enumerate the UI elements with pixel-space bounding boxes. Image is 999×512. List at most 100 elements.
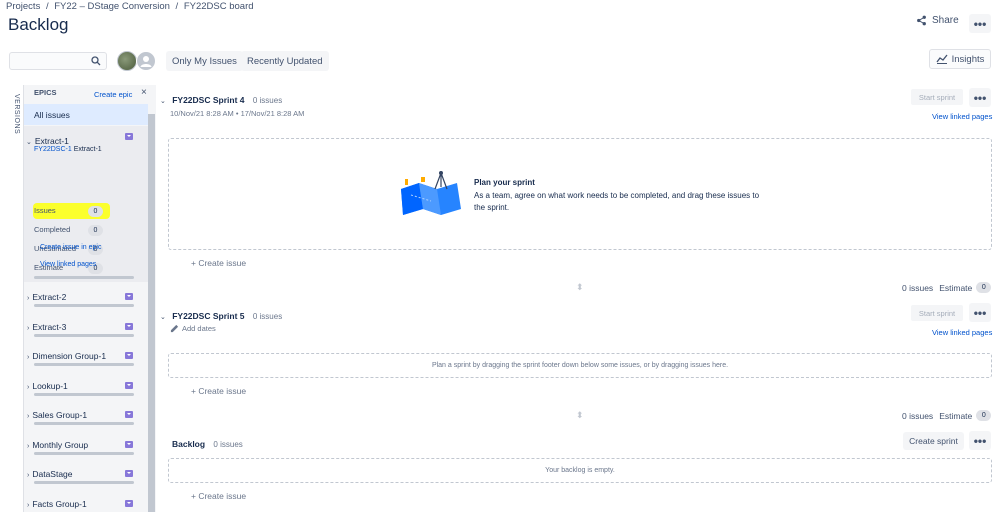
drag-handle-icon[interactable]: ⬍ xyxy=(576,410,584,421)
epic-name: Extract-1 xyxy=(34,136,69,146)
stat-completed-count: 0 xyxy=(88,225,103,236)
epic-item[interactable]: › Monthly Group xyxy=(24,438,148,467)
epic-progress-bar xyxy=(34,363,134,366)
chevron-down-icon[interactable]: ⌄ xyxy=(160,314,166,321)
breadcrumb-separator: / xyxy=(175,1,179,12)
epic-dropdown-icon[interactable] xyxy=(125,382,133,389)
user-avatar[interactable] xyxy=(117,51,137,71)
epic-item[interactable]: › DataStage xyxy=(24,467,148,496)
sprint-dropzone[interactable]: Plan your sprint As a team, agree on wha… xyxy=(168,138,992,250)
start-sprint-button[interactable]: Start sprint xyxy=(911,89,963,105)
insights-button[interactable]: Insights xyxy=(929,49,991,69)
epic-name: Lookup-1 xyxy=(32,381,68,391)
epic-item[interactable]: › Dimension Group-1 xyxy=(24,349,148,378)
create-epic-link[interactable]: Create epic xyxy=(94,90,132,99)
backlog-header[interactable]: Backlog 0 issues xyxy=(172,436,243,450)
epic-item[interactable]: › Facts Group-1 xyxy=(24,497,148,512)
epic-name: Dimension Group-1 xyxy=(32,351,107,361)
epic-dropdown-icon[interactable] xyxy=(125,411,133,418)
epic-name: Extract-3 xyxy=(32,322,67,332)
plan-sprint-title: Plan your sprint xyxy=(474,178,535,187)
epic-progress-bar xyxy=(34,393,134,396)
sprint-name[interactable]: FY22DSC Sprint 5 xyxy=(172,311,244,321)
create-sprint-button[interactable]: Create sprint xyxy=(903,432,964,450)
epic-name: DataStage xyxy=(32,469,73,479)
epic-dropdown-icon[interactable] xyxy=(125,500,133,507)
share-button[interactable]: Share xyxy=(916,15,959,26)
backlog-dropzone[interactable]: Your backlog is empty. xyxy=(168,458,992,483)
epic-dropdown-icon[interactable] xyxy=(125,323,133,330)
recently-updated-filter[interactable]: Recently Updated xyxy=(241,51,329,71)
epic-name: Sales Group-1 xyxy=(32,410,88,420)
versions-tab[interactable]: VERSIONS xyxy=(8,94,20,134)
chevron-right-icon[interactable]: › xyxy=(27,354,29,361)
sprint-more-button[interactable]: ••• xyxy=(969,303,991,322)
close-icon[interactable]: × xyxy=(141,87,147,98)
search-input[interactable] xyxy=(10,53,88,70)
epic-dropdown-icon[interactable] xyxy=(125,470,133,477)
chevron-right-icon[interactable]: › xyxy=(27,413,29,420)
insights-label: Insights xyxy=(951,53,985,65)
epic-item-expanded[interactable]: ⌄ Extract-1 FY22DSC-1 Extract-1 Issues 0 … xyxy=(24,126,148,282)
add-dates-label: Add dates xyxy=(182,324,216,333)
breadcrumb-projects[interactable]: Projects xyxy=(6,1,40,12)
estimate-badge: 0 xyxy=(976,410,992,421)
view-linked-pages-link[interactable]: View linked pages xyxy=(932,112,992,121)
unassigned-avatar[interactable] xyxy=(136,51,156,71)
epic-dropdown-icon[interactable] xyxy=(125,441,133,448)
all-issues-item[interactable]: All issues xyxy=(24,104,148,125)
add-dates-link[interactable]: Add dates xyxy=(170,324,216,333)
epic-name: Extract-2 xyxy=(32,292,67,302)
sprint-footer: 0 issues Estimate 0 xyxy=(902,282,992,293)
chevron-right-icon[interactable]: › xyxy=(27,502,29,509)
create-issue-button[interactable]: + Create issue xyxy=(191,258,246,268)
epic-dropdown-icon[interactable] xyxy=(125,133,133,140)
sprint-5-header[interactable]: ⌄ FY22DSC Sprint 5 0 issues xyxy=(160,308,282,322)
stat-completed-label: Completed xyxy=(34,225,71,234)
sprint-name[interactable]: FY22DSC Sprint 4 xyxy=(172,95,244,105)
estimate-label: Estimate xyxy=(939,282,973,293)
chevron-right-icon[interactable]: › xyxy=(27,472,29,479)
epic-dropdown-icon[interactable] xyxy=(125,293,133,300)
breadcrumb-project[interactable]: FY22 – DStage Conversion xyxy=(54,1,170,12)
epic-progress-bar xyxy=(34,334,134,337)
stat-issues-count: 0 xyxy=(88,206,103,217)
only-my-issues-filter[interactable]: Only My Issues xyxy=(166,51,243,71)
epic-item[interactable]: › Extract-3 xyxy=(24,320,148,349)
chevron-down-icon[interactable]: ⌄ xyxy=(160,98,166,105)
create-issue-button[interactable]: + Create issue xyxy=(191,491,246,501)
chevron-right-icon[interactable]: › xyxy=(27,443,29,450)
page-more-button[interactable]: ••• xyxy=(969,14,991,33)
epic-key[interactable]: FY22DSC-1 xyxy=(34,146,72,153)
backlog-more-button[interactable]: ••• xyxy=(969,431,991,450)
epic-progress-bar xyxy=(34,481,134,484)
epics-panel: EPICS Create epic × All issues ⌄ Extract-… xyxy=(23,85,156,512)
epic-linked-pages-link[interactable]: View linked pages xyxy=(40,261,96,268)
breadcrumb-board[interactable]: FY22DSC board xyxy=(184,1,254,12)
epic-item[interactable]: › Lookup-1 xyxy=(24,379,148,408)
create-issue-button[interactable]: + Create issue xyxy=(191,386,246,396)
breadcrumb-separator: / xyxy=(45,1,49,12)
chevron-right-icon[interactable]: › xyxy=(27,384,29,391)
start-sprint-button[interactable]: Start sprint xyxy=(911,305,963,321)
create-issue-in-epic-link[interactable]: Create issue in epic xyxy=(40,244,101,251)
chart-line-icon xyxy=(936,54,948,64)
share-label: Share xyxy=(932,15,959,26)
epic-dropdown-icon[interactable] xyxy=(125,352,133,359)
sprint-4-header[interactable]: ⌄ FY22DSC Sprint 4 0 issues xyxy=(160,92,282,106)
epic-item[interactable]: › Extract-2 xyxy=(24,290,148,319)
drag-handle-icon[interactable]: ⬍ xyxy=(576,282,584,293)
search-field[interactable] xyxy=(9,52,107,70)
epic-item[interactable]: › Sales Group-1 xyxy=(24,408,148,437)
chevron-right-icon[interactable]: › xyxy=(27,295,29,302)
sprint-dropzone[interactable]: Plan a sprint by dragging the sprint foo… xyxy=(168,353,992,378)
epics-scrollbar[interactable] xyxy=(148,114,155,512)
stat-issues-label: Issues xyxy=(34,206,56,215)
sprint-footer-count: 0 issues xyxy=(902,282,934,293)
person-icon xyxy=(140,56,152,67)
chevron-right-icon[interactable]: › xyxy=(27,325,29,332)
view-linked-pages-link[interactable]: View linked pages xyxy=(932,328,992,337)
sprint-more-button[interactable]: ••• xyxy=(969,88,991,107)
chevron-down-icon[interactable]: ⌄ xyxy=(26,139,32,146)
epic-progress-bar xyxy=(34,276,134,279)
